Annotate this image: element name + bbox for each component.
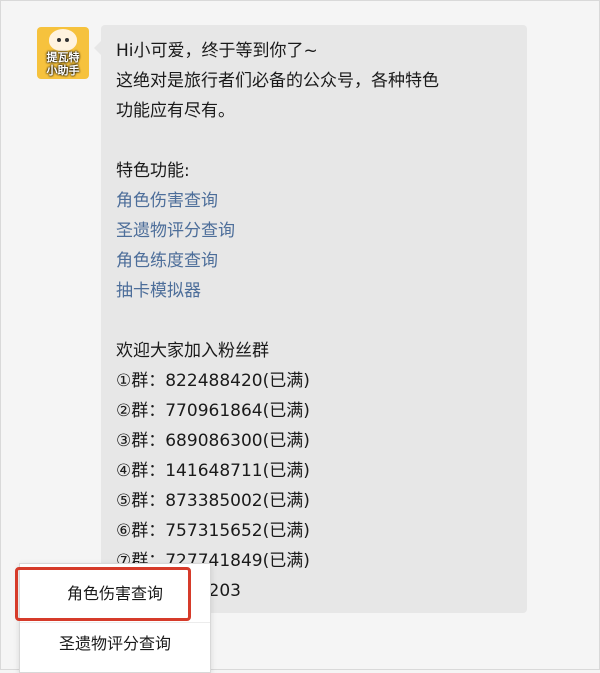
feature-link-damage-query[interactable]: 角色伤害查询 bbox=[116, 191, 218, 211]
message-bubble: Hi小可爱，终于等到你了~ 这绝对是旅行者们必备的公众号，各种特色 功能应有尽有… bbox=[94, 25, 527, 613]
menu-item-artifact-score[interactable]: 圣遗物评分查询 bbox=[20, 618, 210, 670]
group-line: ③群：689086300(已满) bbox=[116, 431, 310, 451]
intro-text-line1: 这绝对是旅行者们必备的公众号，各种特色 bbox=[116, 71, 439, 91]
avatar-label-line2: 小助手 bbox=[46, 64, 80, 77]
avatar-face-icon bbox=[49, 29, 77, 51]
group-line: ⑥群：757315652(已满) bbox=[116, 521, 310, 541]
groups-heading: 欢迎大家加入粉丝群 bbox=[116, 341, 269, 361]
feature-link-character-build[interactable]: 角色练度查询 bbox=[116, 251, 218, 271]
group-line: ⑤群：873385002(已满) bbox=[116, 491, 310, 511]
chat-window: 提瓦特 小助手 Hi小可爱，终于等到你了~ 这绝对是旅行者们必备的公众号，各种特… bbox=[0, 0, 600, 673]
feature-link-artifact-score[interactable]: 圣遗物评分查询 bbox=[116, 221, 235, 241]
features-heading: 特色功能: bbox=[116, 161, 190, 181]
bottom-menu-popup: 角色伤害查询 圣遗物评分查询 bbox=[19, 563, 211, 673]
greeting-text: Hi小可爱，终于等到你了~ bbox=[116, 41, 318, 61]
group-line: ①群：822488420(已满) bbox=[116, 371, 310, 391]
menu-item-damage-query[interactable]: 角色伤害查询 bbox=[20, 568, 210, 620]
group-line: ②群：770961864(已满) bbox=[116, 401, 310, 421]
avatar-label-line1: 提瓦特 bbox=[46, 51, 80, 64]
intro-text-line2: 功能应有尽有。 bbox=[116, 101, 235, 121]
feature-link-gacha-simulator[interactable]: 抽卡模拟器 bbox=[116, 281, 201, 301]
bot-avatar[interactable]: 提瓦特 小助手 bbox=[37, 27, 89, 79]
group-line: ④群：141648711(已满) bbox=[116, 461, 310, 481]
